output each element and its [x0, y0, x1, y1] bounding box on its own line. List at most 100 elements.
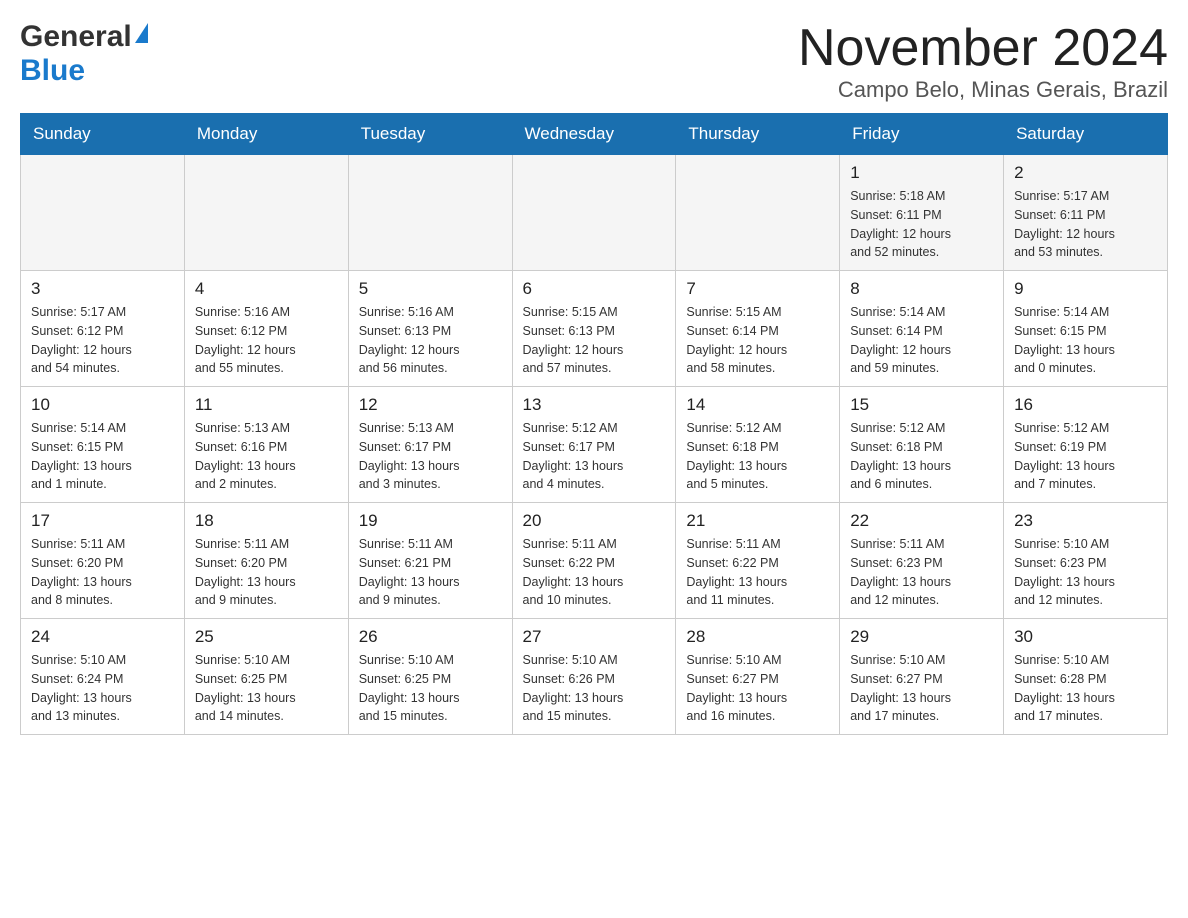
calendar-cell: 14 Sunrise: 5:12 AM Sunset: 6:18 PM Dayli…	[676, 387, 840, 503]
calendar-cell: 27Sunrise: 5:10 AM Sunset: 6:26 PM Dayli…	[512, 619, 676, 735]
day-number: 7	[686, 279, 829, 299]
day-info: Sunrise: 5:15 AM Sunset: 6:14 PM Dayligh…	[686, 303, 829, 378]
calendar-cell: 16Sunrise: 5:12 AM Sunset: 6:19 PM Dayli…	[1004, 387, 1168, 503]
day-number: 14	[686, 395, 829, 415]
calendar-cell	[348, 155, 512, 271]
calendar-subtitle: Campo Belo, Minas Gerais, Brazil	[798, 77, 1168, 103]
day-info: Sunrise: 5:11 AM Sunset: 6:22 PM Dayligh…	[686, 535, 829, 610]
page-header: General Blue November 2024 Campo Belo, M…	[20, 20, 1168, 103]
day-number: 6	[523, 279, 666, 299]
day-info: Sunrise: 5:10 AM Sunset: 6:26 PM Dayligh…	[523, 651, 666, 726]
calendar-table: SundayMondayTuesdayWednesdayThursdayFrid…	[20, 113, 1168, 735]
calendar-cell: 8 Sunrise: 5:14 AM Sunset: 6:14 PM Daylig…	[840, 271, 1004, 387]
day-number: 5	[359, 279, 502, 299]
calendar-cell: 30 Sunrise: 5:10 AM Sunset: 6:28 PM Dayli…	[1004, 619, 1168, 735]
calendar-cell: 10 Sunrise: 5:14 AM Sunset: 6:15 PM Dayli…	[21, 387, 185, 503]
day-number: 1	[850, 163, 993, 183]
day-number: 4	[195, 279, 338, 299]
day-number: 29	[850, 627, 993, 647]
logo: General Blue	[20, 20, 148, 88]
day-number: 15	[850, 395, 993, 415]
day-number: 8	[850, 279, 993, 299]
day-info: Sunrise: 5:18 AM Sunset: 6:11 PM Dayligh…	[850, 187, 993, 262]
calendar-cell: 21 Sunrise: 5:11 AM Sunset: 6:22 PM Dayli…	[676, 503, 840, 619]
day-info: Sunrise: 5:11 AM Sunset: 6:21 PM Dayligh…	[359, 535, 502, 610]
day-info: Sunrise: 5:12 AM Sunset: 6:17 PM Dayligh…	[523, 419, 666, 494]
day-info: Sunrise: 5:12 AM Sunset: 6:18 PM Dayligh…	[686, 419, 829, 494]
weekday-header-thursday: Thursday	[676, 114, 840, 155]
day-number: 22	[850, 511, 993, 531]
day-info: Sunrise: 5:10 AM Sunset: 6:24 PM Dayligh…	[31, 651, 174, 726]
calendar-cell: 24 Sunrise: 5:10 AM Sunset: 6:24 PM Dayli…	[21, 619, 185, 735]
day-number: 12	[359, 395, 502, 415]
calendar-cell: 25 Sunrise: 5:10 AM Sunset: 6:25 PM Dayli…	[184, 619, 348, 735]
weekday-header-saturday: Saturday	[1004, 114, 1168, 155]
day-number: 18	[195, 511, 338, 531]
day-info: Sunrise: 5:14 AM Sunset: 6:15 PM Dayligh…	[1014, 303, 1157, 378]
day-number: 28	[686, 627, 829, 647]
calendar-week-row: 17Sunrise: 5:11 AM Sunset: 6:20 PM Dayli…	[21, 503, 1168, 619]
calendar-cell: 11 Sunrise: 5:13 AM Sunset: 6:16 PM Dayli…	[184, 387, 348, 503]
day-info: Sunrise: 5:10 AM Sunset: 6:25 PM Dayligh…	[359, 651, 502, 726]
calendar-cell: 18 Sunrise: 5:11 AM Sunset: 6:20 PM Dayli…	[184, 503, 348, 619]
day-number: 23	[1014, 511, 1157, 531]
day-info: Sunrise: 5:10 AM Sunset: 6:28 PM Dayligh…	[1014, 651, 1157, 726]
calendar-cell: 28 Sunrise: 5:10 AM Sunset: 6:27 PM Dayli…	[676, 619, 840, 735]
day-info: Sunrise: 5:10 AM Sunset: 6:25 PM Dayligh…	[195, 651, 338, 726]
day-number: 24	[31, 627, 174, 647]
day-number: 10	[31, 395, 174, 415]
calendar-cell: 9 Sunrise: 5:14 AM Sunset: 6:15 PM Daylig…	[1004, 271, 1168, 387]
day-number: 26	[359, 627, 502, 647]
day-number: 2	[1014, 163, 1157, 183]
weekday-header-wednesday: Wednesday	[512, 114, 676, 155]
calendar-week-row: 3 Sunrise: 5:17 AM Sunset: 6:12 PM Daylig…	[21, 271, 1168, 387]
calendar-cell: 7 Sunrise: 5:15 AM Sunset: 6:14 PM Daylig…	[676, 271, 840, 387]
calendar-cell: 2Sunrise: 5:17 AM Sunset: 6:11 PM Daylig…	[1004, 155, 1168, 271]
day-number: 25	[195, 627, 338, 647]
calendar-cell: 19Sunrise: 5:11 AM Sunset: 6:21 PM Dayli…	[348, 503, 512, 619]
weekday-header-tuesday: Tuesday	[348, 114, 512, 155]
calendar-cell: 26 Sunrise: 5:10 AM Sunset: 6:25 PM Dayli…	[348, 619, 512, 735]
calendar-cell: 12 Sunrise: 5:13 AM Sunset: 6:17 PM Dayli…	[348, 387, 512, 503]
weekday-header-row: SundayMondayTuesdayWednesdayThursdayFrid…	[21, 114, 1168, 155]
logo-general-text: General	[20, 20, 132, 54]
day-info: Sunrise: 5:11 AM Sunset: 6:23 PM Dayligh…	[850, 535, 993, 610]
day-number: 11	[195, 395, 338, 415]
day-info: Sunrise: 5:13 AM Sunset: 6:16 PM Dayligh…	[195, 419, 338, 494]
calendar-cell	[512, 155, 676, 271]
weekday-header-monday: Monday	[184, 114, 348, 155]
day-info: Sunrise: 5:13 AM Sunset: 6:17 PM Dayligh…	[359, 419, 502, 494]
day-number: 3	[31, 279, 174, 299]
logo-triangle-icon	[135, 23, 148, 43]
calendar-cell: 5Sunrise: 5:16 AM Sunset: 6:13 PM Daylig…	[348, 271, 512, 387]
title-section: November 2024 Campo Belo, Minas Gerais, …	[798, 20, 1168, 103]
weekday-header-sunday: Sunday	[21, 114, 185, 155]
day-info: Sunrise: 5:10 AM Sunset: 6:27 PM Dayligh…	[686, 651, 829, 726]
day-info: Sunrise: 5:11 AM Sunset: 6:22 PM Dayligh…	[523, 535, 666, 610]
day-number: 30	[1014, 627, 1157, 647]
calendar-cell	[676, 155, 840, 271]
day-info: Sunrise: 5:11 AM Sunset: 6:20 PM Dayligh…	[195, 535, 338, 610]
calendar-cell: 13 Sunrise: 5:12 AM Sunset: 6:17 PM Dayli…	[512, 387, 676, 503]
weekday-header-friday: Friday	[840, 114, 1004, 155]
day-number: 16	[1014, 395, 1157, 415]
calendar-cell: 20Sunrise: 5:11 AM Sunset: 6:22 PM Dayli…	[512, 503, 676, 619]
day-info: Sunrise: 5:16 AM Sunset: 6:12 PM Dayligh…	[195, 303, 338, 378]
day-number: 21	[686, 511, 829, 531]
calendar-cell: 22 Sunrise: 5:11 AM Sunset: 6:23 PM Dayli…	[840, 503, 1004, 619]
day-number: 13	[523, 395, 666, 415]
calendar-cell	[184, 155, 348, 271]
day-info: Sunrise: 5:11 AM Sunset: 6:20 PM Dayligh…	[31, 535, 174, 610]
day-info: Sunrise: 5:14 AM Sunset: 6:15 PM Dayligh…	[31, 419, 174, 494]
calendar-cell: 29 Sunrise: 5:10 AM Sunset: 6:27 PM Dayli…	[840, 619, 1004, 735]
day-info: Sunrise: 5:10 AM Sunset: 6:27 PM Dayligh…	[850, 651, 993, 726]
calendar-week-row: 1 Sunrise: 5:18 AM Sunset: 6:11 PM Daylig…	[21, 155, 1168, 271]
day-info: Sunrise: 5:15 AM Sunset: 6:13 PM Dayligh…	[523, 303, 666, 378]
logo-blue-text: Blue	[20, 54, 85, 87]
day-info: Sunrise: 5:14 AM Sunset: 6:14 PM Dayligh…	[850, 303, 993, 378]
day-info: Sunrise: 5:17 AM Sunset: 6:12 PM Dayligh…	[31, 303, 174, 378]
calendar-cell: 3 Sunrise: 5:17 AM Sunset: 6:12 PM Daylig…	[21, 271, 185, 387]
calendar-cell: 17Sunrise: 5:11 AM Sunset: 6:20 PM Dayli…	[21, 503, 185, 619]
day-number: 9	[1014, 279, 1157, 299]
calendar-cell	[21, 155, 185, 271]
